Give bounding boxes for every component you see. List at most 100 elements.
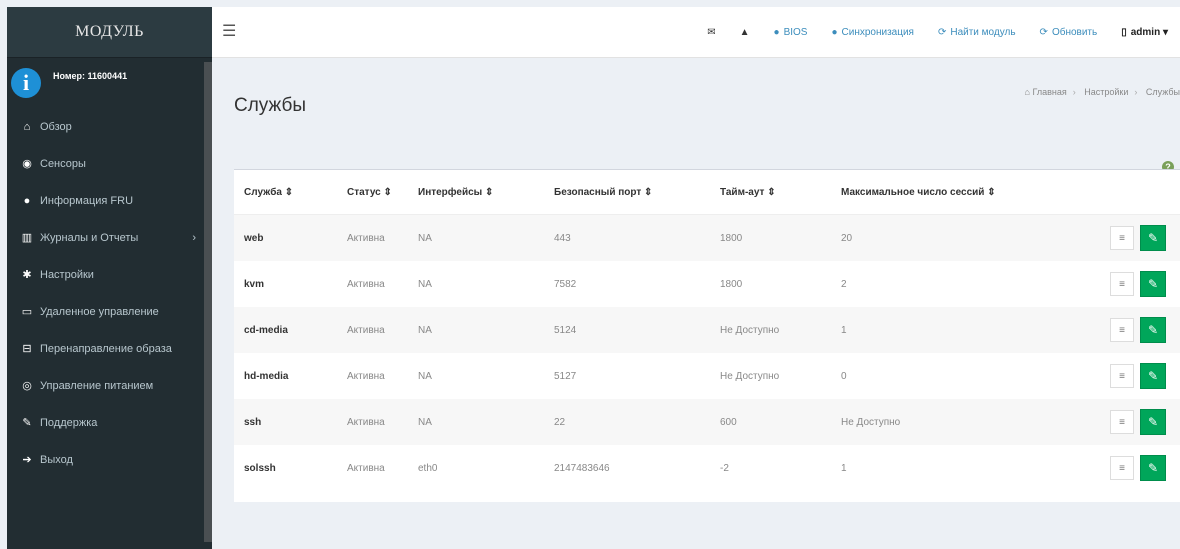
cell-max-sessions: 1 [831,307,1054,353]
cell-timeout: 1800 [720,278,743,290]
breadcrumb-settings[interactable]: Настройки [1084,87,1128,97]
sidebar-item-1[interactable]: ◉ Сенсоры [7,145,212,182]
edit-button[interactable]: ✎ [1140,363,1166,389]
user-number: Номер: 11600441 [53,71,128,81]
edit-button[interactable]: ✎ [1140,455,1166,481]
sidebar-item-6[interactable]: ⊟ Перенаправление образа [7,330,212,367]
refresh-icon: ⟳ [1039,26,1048,38]
view-details-button[interactable]: ≡ [1110,226,1134,250]
cell-secure-port: 5127 [554,370,577,382]
info-icon: ● [23,194,31,207]
app-frame: МОДУЛЬ i Номер: 11600441 ⌂ Обзор ◉ Сенсоры ●… [7,7,1180,549]
table-body: web Активна NA 443 1800 20 ≡ ✎ kvm Активна NA 7582 1… [234,214,1180,492]
sidebar-item-3[interactable]: ▥ Журналы и Отчеты › [7,219,212,256]
app-logo[interactable]: МОДУЛЬ [7,7,212,58]
col-timeout[interactable]: Тайм-аут ⇕ [710,170,831,215]
sidebar-item-label: Обзор [40,120,72,133]
cell-status: Активна [337,214,408,261]
circle-icon: ● [773,26,780,38]
menu-toggle-icon[interactable]: ☰ [222,21,236,41]
warning-icon[interactable]: ▲ [740,27,750,38]
sidebar-menu: ⌂ Обзор ◉ Сенсоры ● Информация FRU ▥ Журналы и … [7,108,212,478]
table-row: web Активна NA 443 1800 20 ≡ ✎ [234,214,1180,261]
view-details-button[interactable]: ≡ [1110,364,1134,388]
view-details-button[interactable]: ≡ [1110,318,1134,342]
cell-service: solssh [244,462,276,474]
sync-link[interactable]: ● Синхронизация [831,27,913,38]
view-details-button[interactable]: ≡ [1110,272,1134,296]
col-interfaces[interactable]: Интерфейсы ⇕ [408,170,544,215]
col-status[interactable]: Статус ⇕ [337,170,408,215]
table-row: solssh Активна eth0 2147483646 -2 1 ≡ ✎ [234,445,1180,491]
sidebar-item-label: Выход [40,453,73,466]
col-service[interactable]: Служба ⇕ [234,170,337,215]
col-secure-port[interactable]: Безопасный порт ⇕ [544,170,710,215]
sidebar-item-8[interactable]: ✎ Поддержка [7,404,212,441]
cell-interfaces: NA [418,370,432,382]
find-module-link[interactable]: ⟳ Найти модуль [938,27,1016,38]
cell-secure-port: 443 [544,214,710,261]
sidebar-item-label: Перенаправление образа [40,342,172,355]
cell-actions: ≡ ✎ [1054,261,1180,307]
breadcrumb-home[interactable]: Главная [1032,87,1066,97]
cell-service: ssh [234,399,337,445]
refresh-icon: ⟳ [937,26,947,38]
cell-max-sessions: 2 [841,278,847,290]
refresh-link[interactable]: ⟳ Обновить [1040,27,1098,38]
cell-service: cd-media [234,307,337,353]
cell-interfaces: NA [408,214,544,261]
cell-timeout: Не Доступно [720,370,780,382]
wrench-icon: ✎ [22,417,32,429]
breadcrumb: ⌂ Главная › Настройки › Службы [1024,87,1180,97]
monitor-icon: ▭ [21,306,33,318]
services-panel: Служба ⇕ Статус ⇕ Интерфейсы ⇕ Безопасны… [234,169,1180,502]
top-header: ☰ ✉ ▲ ● BIOS ● Синхронизация ⟳ Найти модуль… [212,7,1180,58]
col-max-sessions[interactable]: Максимальное число сессий ⇕ [831,170,1054,215]
cell-status: Активна [347,462,385,474]
cell-status: Активна [347,278,385,290]
cell-actions: ≡ ✎ [1054,399,1180,445]
services-table: Служба ⇕ Статус ⇕ Интерфейсы ⇕ Безопасны… [234,170,1180,491]
logout-icon: ➔ [22,454,32,466]
gear-icon: ✱ [22,269,32,281]
breadcrumb-current: Службы [1145,87,1180,97]
cell-service: web [234,214,337,261]
table-row: kvm Активна NA 7582 1800 2 ≡ ✎ [234,261,1180,307]
cell-interfaces: NA [408,399,544,445]
mail-icon[interactable]: ✉ [707,27,715,38]
user-menu[interactable]: ▯ admin ▾ [1121,27,1168,38]
sidebar-item-5[interactable]: ▭ Удаленное управление [7,293,212,330]
cell-secure-port: 5124 [544,307,710,353]
edit-button[interactable]: ✎ [1140,225,1166,251]
view-details-button[interactable]: ≡ [1110,456,1134,480]
circle-icon: ● [831,26,838,38]
table-row: hd-media Активна NA 5127 Не Доступно 0 ≡ ✎ [234,353,1180,399]
sidebar-item-label: Сенсоры [40,157,86,170]
sidebar-item-9[interactable]: ➔ Выход [7,441,212,478]
find-module-label: Найти модуль [950,26,1016,38]
edit-button[interactable]: ✎ [1140,271,1166,297]
sidebar-item-2[interactable]: ● Информация FRU [7,182,212,219]
cell-actions: ≡ ✎ [1054,214,1180,261]
sidebar-item-0[interactable]: ⌂ Обзор [7,108,212,145]
cell-timeout: -2 [720,462,729,474]
bios-link[interactable]: ● BIOS [774,27,808,38]
user-file-icon: ▯ [1121,26,1127,38]
edit-button[interactable]: ✎ [1140,317,1166,343]
cell-timeout: Не Доступно [710,307,831,353]
edit-button[interactable]: ✎ [1140,409,1166,435]
view-details-button[interactable]: ≡ [1110,410,1134,434]
sidebar-item-label: Поддержка [40,416,98,429]
sidebar-item-7[interactable]: ◎ Управление питанием [7,367,212,404]
cell-actions: ≡ ✎ [1054,445,1180,491]
info-avatar-icon: i [11,68,41,98]
table-row: cd-media Активна NA 5124 Не Доступно 1 ≡ ✎ [234,307,1180,353]
cell-timeout: 600 [710,399,831,445]
cell-interfaces: NA [418,278,432,290]
user-panel: i Номер: 11600441 [7,58,212,108]
sidebar-scrollbar[interactable] [204,62,212,542]
bios-label: BIOS [783,26,808,38]
sidebar-item-4[interactable]: ✱ Настройки [7,256,212,293]
cell-status: Активна [337,399,408,445]
sidebar-item-label: Настройки [40,268,94,281]
